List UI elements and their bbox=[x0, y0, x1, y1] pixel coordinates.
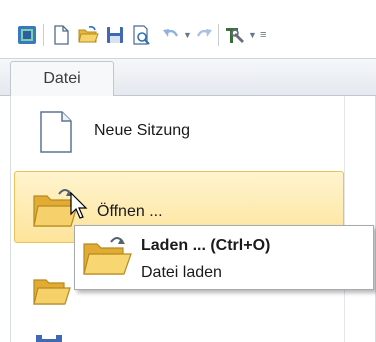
toolbar-separator bbox=[43, 24, 44, 46]
undo-dropdown-icon[interactable]: ▼ bbox=[183, 24, 192, 46]
new-session-label: Neue Sitzung bbox=[94, 122, 191, 139]
app-icon[interactable] bbox=[16, 24, 38, 46]
load-description: Datei laden bbox=[141, 264, 222, 281]
toolbar-separator bbox=[218, 24, 219, 46]
save-icon[interactable] bbox=[104, 24, 126, 46]
load-submenu[interactable]: Laden ... (Ctrl+O) Datei laden bbox=[74, 225, 374, 290]
tab-file[interactable]: Datei bbox=[10, 61, 114, 97]
mouse-cursor-icon bbox=[70, 191, 90, 225]
quick-access-toolbar: ▼ ▼ ≡ bbox=[0, 0, 376, 58]
redo-icon[interactable] bbox=[193, 24, 215, 46]
print-preview-icon[interactable] bbox=[130, 24, 152, 46]
save-icon[interactable] bbox=[34, 330, 64, 342]
undo-icon[interactable] bbox=[160, 24, 182, 46]
load-label: Laden ... (Ctrl+O) bbox=[141, 237, 271, 254]
new-document-icon[interactable] bbox=[50, 24, 72, 46]
new-document-icon bbox=[38, 110, 74, 159]
new-session-item[interactable]: Neue Sitzung bbox=[14, 100, 344, 166]
tools-dropdown-icon[interactable]: ▼ bbox=[248, 24, 257, 46]
tools-icon[interactable] bbox=[224, 24, 246, 46]
folder-icon[interactable] bbox=[32, 268, 72, 313]
customize-toolbar-icon[interactable]: ≡ bbox=[260, 24, 266, 46]
menu-divider bbox=[344, 96, 345, 342]
load-folder-icon bbox=[81, 234, 133, 283]
open-label: Öffnen ... bbox=[97, 203, 163, 220]
ribbon-tab-bar: Datei bbox=[0, 58, 376, 97]
open-folder-icon[interactable] bbox=[77, 24, 99, 46]
